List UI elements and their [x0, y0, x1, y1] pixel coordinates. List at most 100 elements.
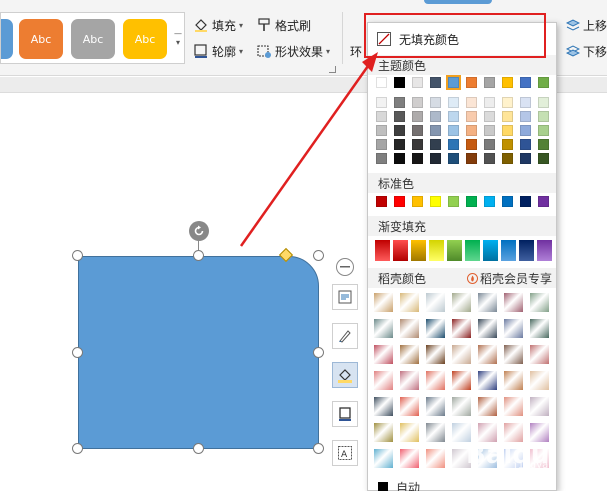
theme-shade-swatch[interactable] — [412, 97, 423, 108]
texture-swatch[interactable] — [530, 423, 549, 442]
theme-shade-swatch[interactable] — [502, 97, 513, 108]
theme-shade-swatch[interactable] — [430, 111, 441, 122]
theme-shade-swatch[interactable] — [448, 139, 459, 150]
theme-shade-swatch[interactable] — [538, 111, 549, 122]
texture-swatch[interactable] — [478, 423, 497, 442]
texture-swatch[interactable] — [530, 345, 549, 364]
theme-shade-swatch[interactable] — [412, 139, 423, 150]
texture-swatch[interactable] — [452, 423, 471, 442]
theme-shade-swatch[interactable] — [466, 125, 477, 136]
theme-shade-swatch[interactable] — [466, 139, 477, 150]
texture-swatch[interactable] — [374, 397, 393, 416]
theme-shade-swatch[interactable] — [394, 153, 405, 164]
shape-effects-button[interactable]: 形状效果 ▾ — [256, 41, 330, 61]
texture-swatch[interactable] — [478, 397, 497, 416]
theme-shade-swatch[interactable] — [412, 125, 423, 136]
gradient-swatch[interactable] — [393, 240, 408, 261]
theme-shade-swatch[interactable] — [376, 139, 387, 150]
theme-shade-swatch[interactable] — [376, 111, 387, 122]
standard-swatch[interactable] — [412, 196, 423, 207]
texture-swatch[interactable] — [400, 319, 419, 338]
theme-shade-swatch[interactable] — [520, 111, 531, 122]
theme-shade-swatch[interactable] — [376, 97, 387, 108]
rotate-handle-icon[interactable] — [189, 221, 209, 241]
standard-swatch[interactable] — [502, 196, 513, 207]
texture-swatch[interactable] — [478, 449, 497, 468]
gradient-swatch[interactable] — [375, 240, 390, 261]
texture-swatch[interactable] — [452, 397, 471, 416]
bring-forward-button[interactable]: 上移 — [566, 15, 607, 35]
resize-handle-bottom[interactable] — [193, 443, 204, 454]
gradient-swatch[interactable] — [537, 240, 552, 261]
selected-rounded-rectangle[interactable] — [78, 256, 319, 449]
wrap-button[interactable]: 环 — [350, 41, 362, 61]
standard-swatch[interactable] — [448, 196, 459, 207]
standard-swatch[interactable] — [430, 196, 441, 207]
theme-shade-swatch[interactable] — [448, 125, 459, 136]
texture-swatch[interactable] — [400, 371, 419, 390]
gallery-preset-gold[interactable]: Abc — [123, 19, 167, 59]
resize-handle-top-left[interactable] — [72, 250, 83, 261]
theme-shade-swatch[interactable] — [502, 153, 513, 164]
standard-swatch[interactable] — [484, 196, 495, 207]
texture-swatch[interactable] — [478, 345, 497, 364]
texture-swatch[interactable] — [426, 371, 445, 390]
gradient-swatch[interactable] — [447, 240, 462, 261]
gradient-swatch[interactable] — [429, 240, 444, 261]
gradient-swatch[interactable] — [519, 240, 534, 261]
mini-outline-button[interactable] — [332, 401, 358, 427]
theme-shade-swatch[interactable] — [394, 97, 405, 108]
resize-handle-bottom-right[interactable] — [313, 443, 324, 454]
gallery-preset-partial[interactable] — [1, 19, 13, 59]
theme-shade-swatch[interactable] — [502, 139, 513, 150]
gradient-swatch[interactable] — [465, 240, 480, 261]
texture-swatch[interactable] — [374, 449, 393, 468]
gallery-more-button[interactable]: — ▾ — [172, 13, 184, 63]
theme-shade-swatch[interactable] — [412, 111, 423, 122]
send-backward-button[interactable]: 下移 — [566, 41, 607, 61]
texture-swatch[interactable] — [478, 293, 497, 312]
texture-swatch[interactable] — [400, 397, 419, 416]
texture-swatch[interactable] — [452, 449, 471, 468]
texture-swatch[interactable] — [452, 319, 471, 338]
theme-swatch[interactable] — [412, 77, 423, 88]
theme-shade-swatch[interactable] — [394, 139, 405, 150]
theme-shade-swatch[interactable] — [430, 139, 441, 150]
gradient-swatch[interactable] — [411, 240, 426, 261]
theme-swatch[interactable] — [538, 77, 549, 88]
texture-swatch[interactable] — [426, 319, 445, 338]
theme-shade-swatch[interactable] — [430, 97, 441, 108]
theme-shade-swatch[interactable] — [376, 153, 387, 164]
texture-swatch[interactable] — [504, 345, 523, 364]
texture-swatch[interactable] — [374, 293, 393, 312]
texture-swatch[interactable] — [504, 319, 523, 338]
theme-shade-swatch[interactable] — [538, 97, 549, 108]
theme-shade-swatch[interactable] — [538, 125, 549, 136]
texture-swatch[interactable] — [400, 345, 419, 364]
resize-handle-top[interactable] — [193, 250, 204, 261]
theme-shade-swatch[interactable] — [538, 139, 549, 150]
texture-swatch[interactable] — [452, 371, 471, 390]
theme-shade-swatch[interactable] — [520, 97, 531, 108]
theme-swatch[interactable] — [520, 77, 531, 88]
theme-shade-swatch[interactable] — [376, 125, 387, 136]
theme-shade-swatch[interactable] — [466, 97, 477, 108]
texture-swatch[interactable] — [374, 371, 393, 390]
automatic-color-option[interactable]: 自动 — [368, 480, 556, 491]
theme-shade-swatch[interactable] — [448, 153, 459, 164]
theme-shade-swatch[interactable] — [484, 125, 495, 136]
standard-swatch[interactable] — [520, 196, 531, 207]
collapse-toolbar-button[interactable] — [336, 258, 354, 276]
texture-swatch[interactable] — [426, 397, 445, 416]
resize-handle-right[interactable] — [313, 347, 324, 358]
member-exclusive-link[interactable]: 稻壳会员专享 — [466, 270, 552, 287]
theme-shade-swatch[interactable] — [484, 97, 495, 108]
format-painter-button[interactable]: 格式刷 — [256, 15, 311, 35]
texture-swatch[interactable] — [400, 293, 419, 312]
texture-swatch[interactable] — [374, 345, 393, 364]
standard-swatch[interactable] — [376, 196, 387, 207]
texture-swatch[interactable] — [478, 371, 497, 390]
gradient-swatch[interactable] — [501, 240, 516, 261]
texture-swatch[interactable] — [426, 449, 445, 468]
standard-swatch[interactable] — [466, 196, 477, 207]
